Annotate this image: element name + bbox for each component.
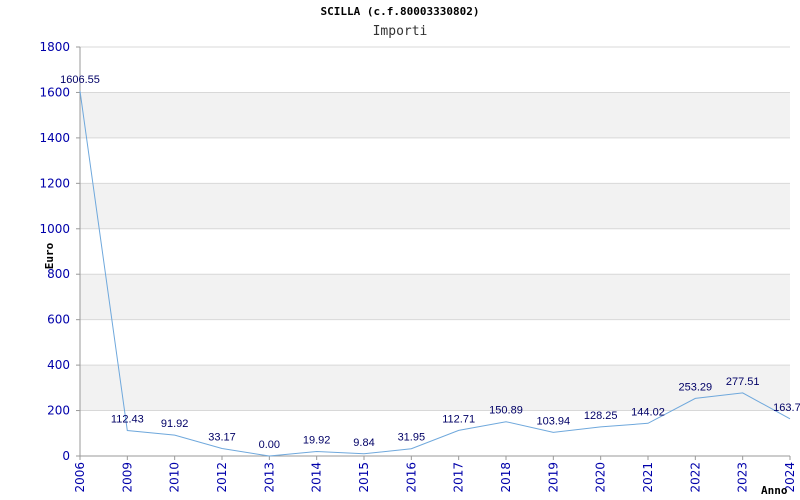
x-tick-label: 2020 [594, 462, 608, 493]
x-tick-label: 2021 [641, 462, 655, 493]
x-tick-label: 2006 [73, 462, 87, 493]
y-tick-label: 1400 [39, 131, 70, 145]
grid-band [80, 183, 790, 229]
data-label: 0.00 [259, 439, 280, 451]
x-tick-label: 2010 [168, 462, 182, 493]
y-tick-label: 0 [62, 449, 70, 463]
data-label: 150.89 [489, 405, 523, 417]
data-label: 112.71 [442, 413, 475, 425]
y-tick-label: 200 [47, 404, 70, 418]
grid-band [80, 274, 790, 320]
data-label: 112.43 [111, 413, 144, 425]
x-tick-label: 2016 [404, 462, 418, 493]
x-tick-label: 2017 [452, 462, 466, 493]
x-tick-label: 2018 [499, 462, 513, 493]
y-tick-label: 1200 [39, 176, 70, 190]
data-label: 19.92 [303, 434, 331, 446]
y-tick-label: 1600 [39, 85, 70, 99]
data-label: 31.95 [398, 432, 426, 444]
y-tick-label: 1000 [39, 222, 70, 236]
x-tick-label: 2023 [736, 462, 750, 493]
x-tick-label: 2015 [357, 462, 371, 493]
y-tick-label: 1800 [39, 40, 70, 54]
x-tick-label: 2013 [262, 462, 276, 493]
data-label: 128.25 [584, 410, 618, 422]
grid-band [80, 92, 790, 138]
x-axis-label: Anno [761, 484, 788, 497]
y-axis-label: Euro [43, 242, 56, 269]
data-label: 91.92 [161, 418, 189, 430]
data-label: 144.02 [631, 406, 665, 418]
x-tick-label: 2009 [120, 462, 134, 493]
x-tick-label: 2012 [215, 462, 229, 493]
data-label: 33.17 [208, 431, 236, 443]
data-label: 1606.55 [60, 74, 100, 86]
x-tick-label: 2022 [688, 462, 702, 493]
data-label: 9.84 [353, 437, 374, 449]
y-tick-label: 600 [47, 313, 70, 327]
data-label: 253.29 [679, 381, 713, 393]
data-label: 163.76 [773, 402, 800, 414]
x-tick-label: 2019 [546, 462, 560, 493]
x-tick-label: 2014 [310, 462, 324, 493]
data-label: 277.51 [726, 376, 760, 388]
plot-bands [80, 92, 790, 411]
y-tick-label: 400 [47, 358, 70, 372]
x-axis-ticks: 2006 2009 2010 2012 2013 2014 2015 2016 2017 2018… [73, 456, 797, 493]
line-chart: 020040060080010001200140016001800 2006 20… [39, 40, 800, 497]
data-label: 103.94 [537, 415, 571, 427]
